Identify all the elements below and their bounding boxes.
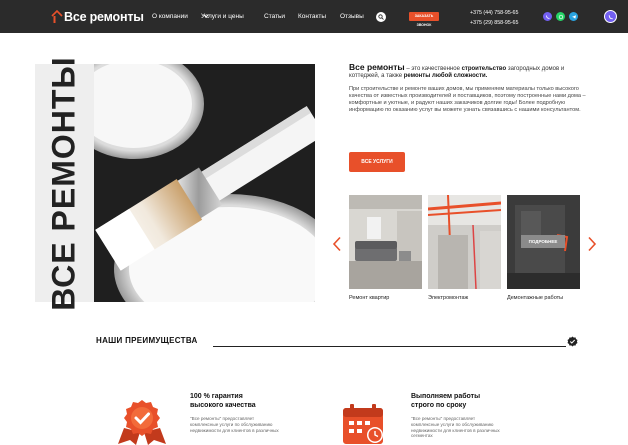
logo[interactable]: Все ремонты: [51, 9, 144, 25]
more-details-button[interactable]: ПОДРОБНЕЕ: [521, 235, 565, 248]
intro-p1-a: – это качественное: [404, 66, 462, 72]
nav-item-services-label: Услуги и цены: [201, 13, 244, 20]
search-icon: [378, 14, 384, 20]
logo-brand: Все: [64, 10, 87, 24]
quality-medal-icon: [116, 398, 168, 445]
site-header: Все ремонты О компании Услуги и цены Ста…: [0, 0, 628, 33]
nav-item-articles[interactable]: Статьи: [264, 13, 285, 20]
telegram-icon: [571, 14, 576, 19]
card-caption: Ремонт квартир: [349, 295, 390, 301]
feature-title-line: 100 % гарантия: [190, 393, 243, 400]
whatsapp-button[interactable]: [556, 12, 565, 21]
carousel-next-button[interactable]: [587, 236, 597, 252]
demolition-image: ПОДРОБНЕЕ: [507, 195, 580, 289]
electrical-work-image: [428, 195, 501, 289]
phone-1[interactable]: +375 (44) 758-95-65: [470, 8, 518, 18]
all-services-button[interactable]: ВСЕ УСЛУГИ: [349, 152, 405, 172]
feature-title-deadline: Выполняем работы строго по сроку: [411, 392, 480, 410]
feature-text-deadline: "Все ремонты" предоставляет комплексные …: [411, 416, 500, 439]
nav-item-about[interactable]: О компании: [152, 13, 188, 20]
feature-title-quality: 100 % гарантия высокого качества: [190, 392, 256, 410]
phone-2[interactable]: +375 (29) 858-95-65: [470, 18, 518, 28]
telegram-button[interactable]: [569, 12, 578, 21]
intro-lead: Все ремонты – это качественное строитель…: [349, 62, 589, 80]
hero-vertical-title: ВСЕ РЕМОНТЫ: [35, 56, 94, 310]
nav-item-reviews[interactable]: Отзывы: [340, 13, 364, 20]
feature-title-line: Выполняем работы: [411, 393, 481, 400]
service-card-electrical[interactable]: Электромонтаж: [428, 195, 501, 301]
service-card-demolition[interactable]: ПОДРОБНЕЕ Демонтажные работы: [507, 195, 580, 301]
intro-p1-d: ремонты любой сложности.: [403, 73, 488, 79]
calendar-deadline-icon: [341, 403, 387, 445]
viber-icon: [608, 14, 613, 19]
hero-vertical-title-text: ВСЕ РЕМОНТЫ: [46, 55, 83, 311]
chevron-right-icon: [588, 236, 597, 252]
intro-brand: Все ремонты: [349, 62, 405, 72]
whatsapp-icon: [558, 14, 563, 19]
nav-item-services[interactable]: Услуги и цены: [201, 13, 244, 20]
nav-item-contacts[interactable]: Контакты: [298, 13, 326, 20]
service-card-apartment-repair[interactable]: Ремонт квартир: [349, 195, 422, 301]
house-logo-icon: [51, 10, 63, 24]
card-caption: Электромонтаж: [428, 295, 469, 301]
phone-list: +375 (44) 758-95-65 +375 (29) 858-95-65: [470, 8, 518, 28]
carousel-prev-button[interactable]: [332, 236, 342, 252]
call-request-button[interactable]: ЗАКАЗАТЬ ЗВОНОК: [409, 12, 439, 27]
living-room-image: [349, 195, 422, 289]
quality-badge-icon: [567, 334, 578, 347]
feature-title-line: строго по сроку: [411, 402, 467, 409]
search-button[interactable]: [376, 12, 386, 22]
logo-brand-sub: ремонты: [89, 10, 144, 24]
intro-text: Все ремонты – это качественное строитель…: [349, 62, 589, 114]
viber-floating-button[interactable]: [604, 10, 617, 23]
feature-text-quality: "Все ремонты" предоставляет комплексные …: [190, 416, 279, 433]
viber-icon: [545, 14, 550, 19]
feature-title-line: высокого качества: [190, 402, 256, 409]
logo-text: Все ремонты: [64, 10, 144, 24]
advantages-title: НАШИ ПРЕИМУЩЕСТВА: [96, 336, 198, 345]
hero-paintbrush-image: [94, 64, 315, 302]
advantages-divider: [213, 346, 566, 347]
chevron-left-icon: [332, 236, 341, 252]
intro-paragraph: При строительстве и ремонте ваших домов,…: [349, 86, 586, 113]
viber-button[interactable]: [543, 12, 552, 21]
card-caption: Демонтажные работы: [507, 295, 564, 301]
intro-p1-b: строительство: [461, 66, 507, 72]
